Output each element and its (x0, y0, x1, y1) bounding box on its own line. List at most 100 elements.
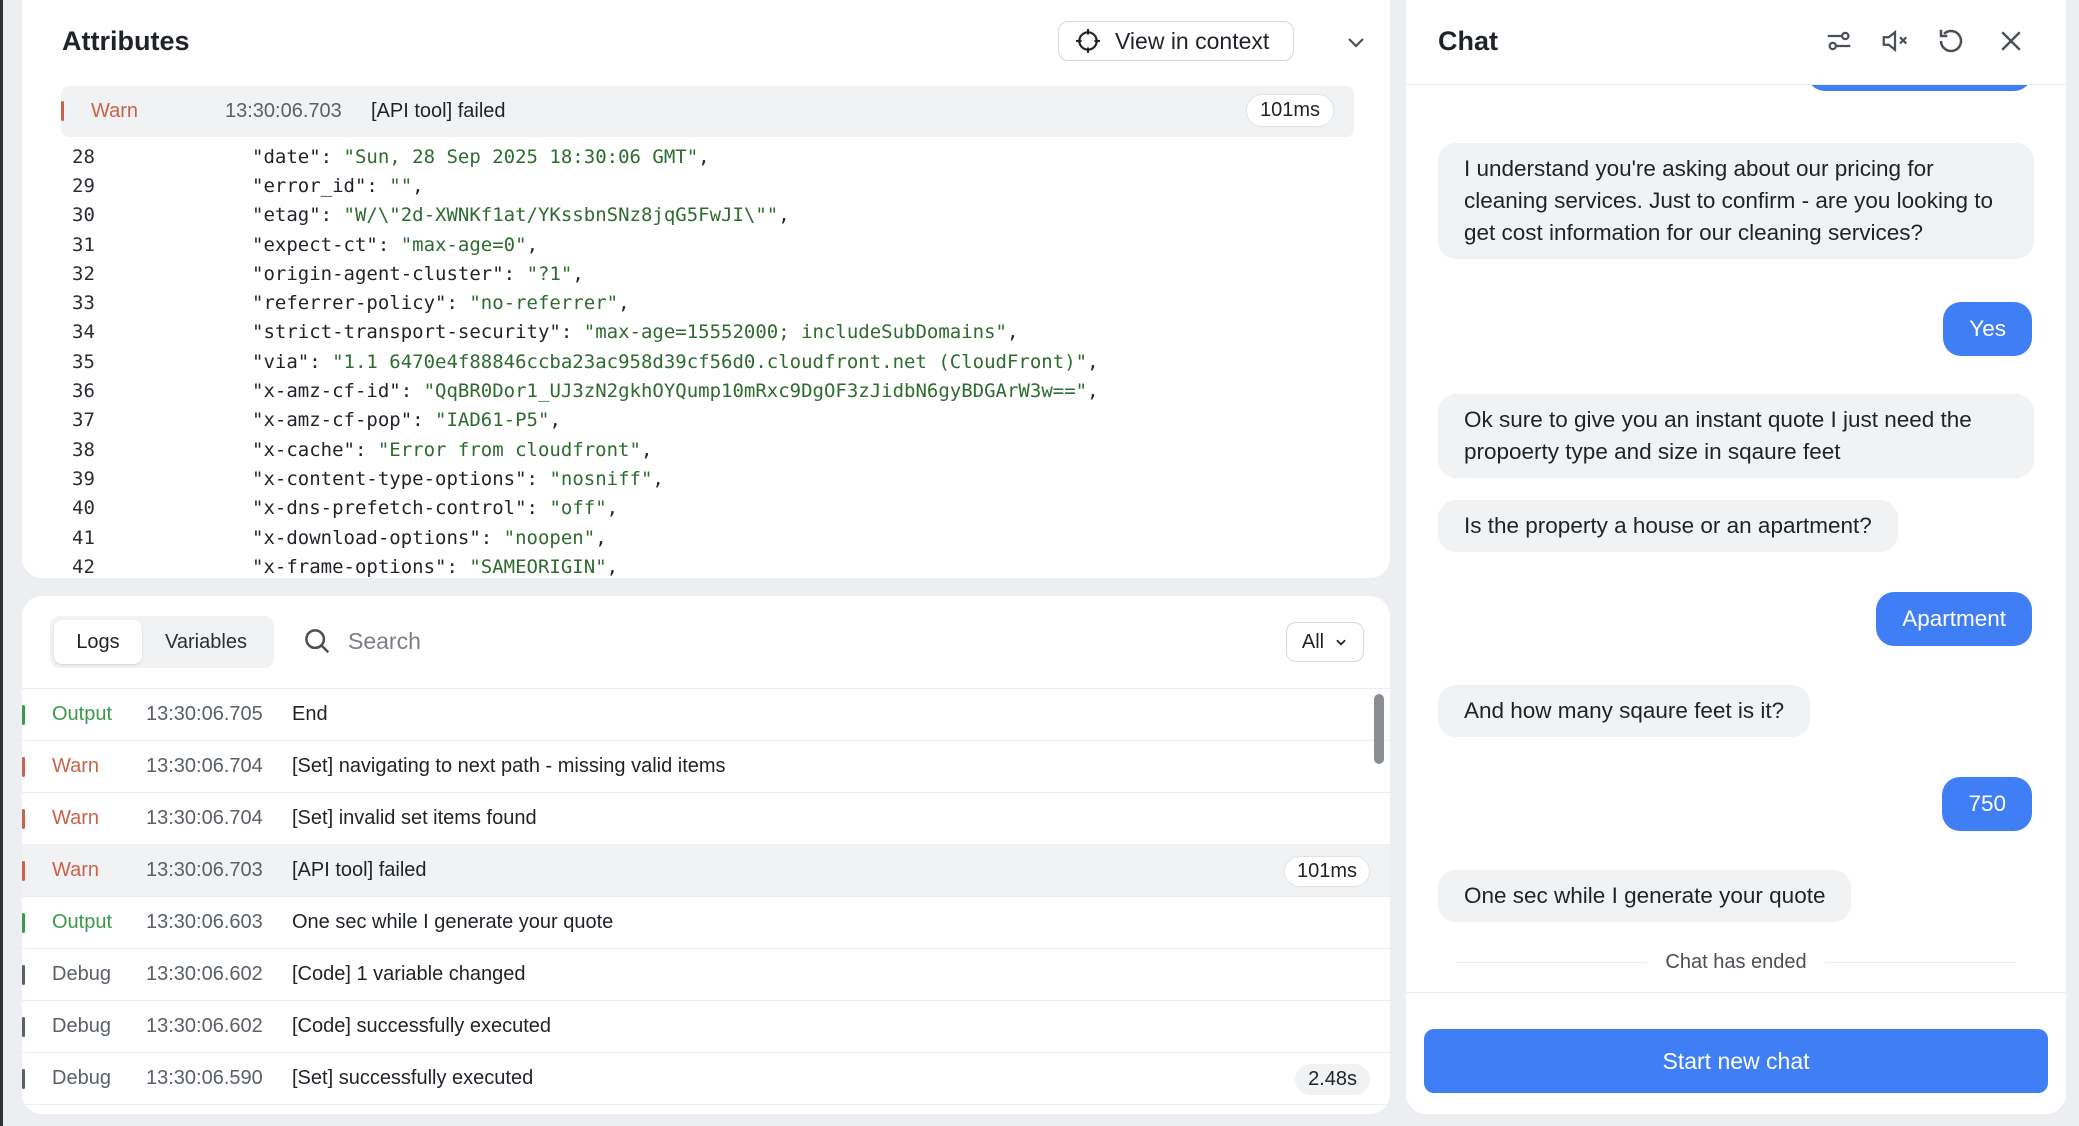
json-value: "max-age=15552000; includeSubDomains" (583, 321, 1007, 344)
sliders-icon[interactable] (1824, 26, 1854, 56)
code-line: 31 "expect-ct": "max-age=0", (22, 230, 1390, 259)
code-line: 41 "x-download-options": "noopen", (22, 523, 1390, 552)
level-filter-select[interactable]: All (1286, 622, 1364, 662)
log-level: Warn (52, 755, 100, 777)
json-key: "etag" (252, 204, 321, 227)
json-key: "x-content-type-options" (252, 467, 527, 490)
crosshair-icon (1076, 29, 1100, 53)
tab-variables[interactable]: Variables (146, 620, 266, 664)
json-value: "Error from cloudfront" (377, 438, 641, 461)
log-row[interactable]: Output 13:30:06.705 End (22, 689, 1390, 741)
json-key: "x-amz-cf-pop" (252, 409, 413, 432)
json-punct: , (1087, 380, 1099, 403)
chat-ended-notice: Chat has ended (1438, 942, 2034, 982)
json-value: "noopen" (503, 526, 596, 549)
logs-panel: Logs Variables All Output 13:30:06.705 End… (22, 596, 1390, 1114)
line-number: 32 (72, 262, 95, 285)
code-line: 39 "x-content-type-options": "nosniff", (22, 464, 1390, 493)
json-key: "via" (252, 350, 310, 373)
json-punct: , (618, 292, 630, 315)
json-punct: , (549, 409, 561, 432)
level-marker (22, 705, 25, 725)
log-list: Output 13:30:06.705 End Warn 13:30:06.704 [Se… (22, 688, 1390, 1105)
chat-header: Chat (1406, 0, 2066, 85)
level-marker (22, 965, 25, 985)
json-value: "SAMEORIGIN" (469, 555, 607, 578)
level-marker (22, 861, 25, 881)
json-key: "strict-transport-security" (252, 321, 561, 344)
line-number: 40 (72, 497, 95, 520)
tab-logs[interactable]: Logs (54, 620, 142, 664)
selected-log-summary: Warn 13:30:06.703 [API tool] failed 101m… (61, 86, 1354, 137)
log-time: 13:30:06.602 (146, 963, 263, 985)
log-message: One sec while I generate your quote (292, 911, 614, 933)
level-marker (22, 809, 25, 829)
log-time: 13:30:06.590 (146, 1067, 263, 1089)
code-line: 30 "etag": "W/\"2d-XWNKf1at/YKssbnSNz8jqG… (22, 201, 1390, 230)
duration-badge: 101ms (1283, 856, 1370, 887)
code-line: 28 "date": "Sun, 28 Sep 2025 18:30:06 GMT… (22, 142, 1390, 171)
log-time: 13:30:06.704 (146, 807, 263, 829)
chevron-down-icon (1336, 639, 1346, 646)
log-time: 13:30:06.602 (146, 1015, 263, 1037)
search-icon (305, 629, 330, 654)
json-value: "" (389, 174, 413, 197)
speaker-muted-icon[interactable] (1880, 26, 1910, 56)
filter-value: All (1301, 630, 1325, 653)
line-number: 36 (72, 380, 95, 403)
chat-panel: What is the cost?I understand you're ask… (1406, 0, 2066, 1114)
json-punct: , (640, 438, 653, 461)
line-number: 28 (72, 145, 95, 168)
json-punct: , (652, 467, 664, 490)
code-line: 37 "x-amz-cf-pop": "IAD61-P5", (22, 406, 1390, 435)
json-punct: , (1087, 350, 1099, 373)
log-level: Output (52, 911, 113, 933)
log-level: Warn (52, 807, 100, 829)
log-row[interactable]: Warn 13:30:06.704 [Set] navigating to next… (22, 741, 1390, 793)
line-number: 35 (72, 350, 95, 373)
log-level: Debug (52, 963, 111, 985)
code-line: 34 "strict-transport-security": "max-age=… (22, 318, 1390, 347)
json-value: "QqBR0Dor1_UJ3zN2gkhOYQump10mRxc9DgOF3zJ… (423, 380, 1088, 403)
log-row[interactable]: Debug 13:30:06.602 [Code] successfully exe… (22, 1001, 1390, 1053)
log-row[interactable]: Output 13:30:06.603 One sec while I genera… (22, 897, 1390, 949)
json-value: "max-age=0" (400, 233, 527, 256)
chevron-down-icon[interactable] (1344, 30, 1368, 54)
log-level: Debug (52, 1067, 111, 1089)
level-marker (22, 1069, 25, 1089)
restart-icon[interactable] (1936, 26, 1966, 56)
line-number: 39 (72, 467, 95, 490)
log-row[interactable]: Debug 13:30:06.590 [Set] successfully exec… (22, 1053, 1390, 1105)
json-value: "IAD61-P5" (435, 409, 550, 432)
view-in-context-label: View in context (1115, 27, 1270, 54)
level-marker (22, 913, 25, 933)
code-line: 42 "x-frame-options": "SAMEORIGIN", (22, 552, 1390, 578)
json-value: "1.1 6470e4f88846ccba23ac958d39cf56d0.cl… (332, 350, 1088, 373)
code-line: 38 "x-cache": "Error from cloudfront", (22, 435, 1390, 464)
line-number: 29 (72, 174, 95, 197)
line-number: 33 (72, 292, 95, 315)
json-punct: , (1007, 321, 1019, 344)
code-line: 29 "error_id": "", (22, 171, 1390, 200)
code-line: 32 "origin-agent-cluster": "?1", (22, 259, 1390, 288)
log-message: End (292, 703, 328, 725)
log-message: [API tool] failed (292, 859, 427, 881)
json-key: "referrer-policy" (252, 292, 447, 315)
line-number: 31 (72, 233, 95, 256)
log-time: 13:30:06.705 (146, 703, 263, 725)
attributes-code-view: 28 "date": "Sun, 28 Sep 2025 18:30:06 GMT… (22, 142, 1390, 578)
code-line: 33 "referrer-policy": "no-referrer", (22, 288, 1390, 317)
search-input[interactable] (348, 622, 848, 660)
start-new-chat-button[interactable]: Start new chat (1424, 1029, 2048, 1093)
view-in-context-button[interactable]: View in context (1058, 21, 1294, 61)
log-row[interactable]: Warn 13:30:06.703 [API tool] failed 101ms (22, 845, 1390, 897)
log-row[interactable]: Warn 13:30:06.704 [Set] invalid set items … (22, 793, 1390, 845)
bot-message: Is the property a house or an apartment? (1438, 500, 1898, 552)
line-number: 42 (72, 555, 95, 578)
log-list-scrollbar[interactable] (1374, 694, 1384, 764)
bot-message: And how many sqaure feet is it? (1438, 685, 1811, 737)
json-key: "date" (252, 145, 321, 168)
json-punct: , (412, 174, 424, 197)
log-row[interactable]: Debug 13:30:06.602 [Code] 1 variable chang… (22, 949, 1390, 1001)
close-icon[interactable] (1996, 26, 2026, 56)
